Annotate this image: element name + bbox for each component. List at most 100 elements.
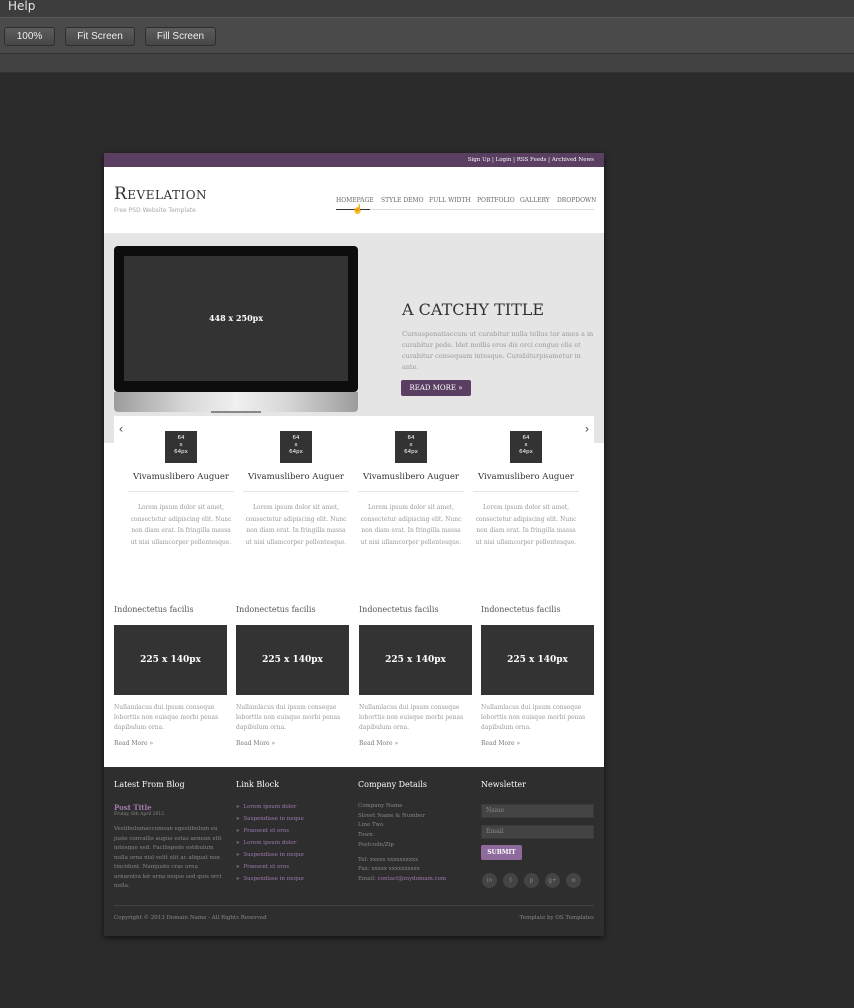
hero-text: Cursuspenatiaccum ut curabitur nulla tel… bbox=[402, 330, 594, 371]
footer-link-label: Lorem ipsum dolor bbox=[243, 840, 297, 846]
carousel-thumb: 64 x 64px bbox=[510, 431, 542, 463]
carousel-thumb-label: 64 x 64px bbox=[404, 435, 418, 455]
carousel-item-divider bbox=[473, 491, 579, 492]
feature-heading: Indonectetus facilis bbox=[114, 605, 194, 614]
feature-read-more-link[interactable]: Read More » bbox=[481, 740, 520, 747]
fit-screen-button[interactable]: Fit Screen bbox=[65, 27, 135, 46]
pinterest-icon[interactable]: p bbox=[524, 873, 539, 888]
website-preview: Sign Up | Login | RSS Feeds | Archived N… bbox=[104, 153, 604, 936]
carousel-item-text: Lorem ipsum dolor sit amet, consectetur … bbox=[475, 504, 577, 546]
newsletter-name-field[interactable]: Name bbox=[481, 804, 594, 818]
carousel-thumb: 64 x 64px bbox=[395, 431, 427, 463]
options-bar bbox=[0, 54, 854, 73]
carousel-item-text: Lorem ipsum dolor sit amet, consectetur … bbox=[245, 504, 347, 546]
footer-link-label: Lorem ipsum dolor bbox=[243, 804, 297, 810]
carousel-thumb-label: 64 x 64px bbox=[519, 435, 533, 455]
carousel-item-divider bbox=[128, 491, 234, 492]
twitter-icon[interactable]: t bbox=[503, 873, 518, 888]
carousel-item-text: Lorem ipsum dolor sit amet, consectetur … bbox=[130, 504, 232, 546]
company-town: Town bbox=[358, 832, 373, 838]
footer-link[interactable]: » Suspendisse in neque bbox=[236, 816, 304, 822]
carousel-item-title[interactable]: Vivamuslibero Auguer bbox=[128, 472, 234, 482]
company-postcode: Postcode/Zip bbox=[358, 842, 394, 848]
feature-heading: Indonectetus facilis bbox=[481, 605, 561, 614]
email-link[interactable]: contact@mydomain.com bbox=[378, 876, 447, 882]
newsletter-email-field[interactable]: Email bbox=[481, 825, 594, 839]
post-excerpt: Vestibulumaccumsan egestibulum eu justo … bbox=[114, 826, 222, 889]
post-title-link[interactable]: Post Title bbox=[114, 803, 152, 812]
blog-heading: Latest From Blog bbox=[114, 780, 185, 789]
carousel-item-title[interactable]: Vivamuslibero Auguer bbox=[358, 472, 464, 482]
nav-portfolio[interactable]: PORTFOLIO bbox=[477, 197, 515, 204]
feature-image-placeholder[interactable]: 225 x 140px bbox=[236, 625, 349, 695]
feature-text: Nullamlacus dui ipsum conseque loborttis… bbox=[236, 704, 341, 731]
company-street: Street Name & Number bbox=[358, 813, 426, 819]
fill-screen-button[interactable]: Fill Screen bbox=[145, 27, 216, 46]
carousel-next-icon[interactable]: › bbox=[580, 416, 594, 443]
carousel-prev-icon[interactable]: ‹ bbox=[114, 416, 128, 443]
hero-title: A CATCHY TITLE bbox=[402, 300, 545, 319]
site-footer: Latest From Blog Post Title Friday, 6th … bbox=[104, 767, 604, 936]
hero-read-more-button[interactable]: READ MORE » bbox=[401, 380, 471, 396]
footer-link[interactable]: » Suspendisse in neque bbox=[236, 852, 304, 858]
company-fax: Fax: xxxxx xxxxxxxxxx bbox=[358, 866, 420, 872]
nav-gallery[interactable]: GALLERY bbox=[520, 197, 550, 204]
newsletter-heading: Newsletter bbox=[481, 780, 526, 789]
carousel-item-text: Lorem ipsum dolor sit amet, consectetur … bbox=[360, 504, 462, 546]
footer-link-label: Suspendisse in neque bbox=[243, 816, 304, 822]
company-line-two: Line Two bbox=[358, 822, 384, 828]
feature-heading: Indonectetus facilis bbox=[359, 605, 439, 614]
newsletter-submit-button[interactable]: SUBMIT bbox=[481, 845, 522, 860]
carousel-item-divider bbox=[358, 491, 464, 492]
nav-divider bbox=[336, 209, 594, 210]
template-credit-link[interactable]: Template by OS Templates bbox=[520, 915, 594, 921]
footer-link[interactable]: » Suspendisse in neque bbox=[236, 876, 304, 882]
top-links-bar[interactable]: Sign Up | Login | RSS Feeds | Archived N… bbox=[104, 153, 604, 167]
footer-link[interactable]: » Lorem ipsum dolor bbox=[236, 804, 296, 810]
carousel-thumb-label: 64 x 64px bbox=[174, 435, 188, 455]
copyright-text: Copyright © 2013 Domain Name - All Right… bbox=[114, 915, 267, 921]
carousel-thumb-label: 64 x 64px bbox=[289, 435, 303, 455]
menu-bar: Help bbox=[0, 0, 854, 17]
feature-image-placeholder[interactable]: 225 x 140px bbox=[359, 625, 472, 695]
feature-text: Nullamlacus dui ipsum conseque loborttis… bbox=[359, 704, 464, 731]
carousel-item-title[interactable]: Vivamuslibero Auguer bbox=[243, 472, 349, 482]
feature-text: Nullamlacus dui ipsum conseque loborttis… bbox=[481, 704, 586, 731]
company-name: Company Name bbox=[358, 803, 403, 809]
carousel-item-title[interactable]: Vivamuslibero Auguer bbox=[473, 472, 579, 482]
footer-link-label: Praesent et eros bbox=[243, 828, 290, 834]
feature-image-placeholder[interactable]: 225 x 140px bbox=[481, 625, 594, 695]
post-date: Friday, 6th April 2012 bbox=[114, 812, 165, 817]
nav-full-width[interactable]: FULL WIDTH bbox=[429, 197, 471, 204]
rss-icon[interactable]: ≋ bbox=[566, 873, 581, 888]
feature-image-placeholder[interactable]: 225 x 140px bbox=[114, 625, 227, 695]
menu-help[interactable]: Help bbox=[8, 0, 35, 13]
footer-link-label: Praesent et eros bbox=[243, 864, 290, 870]
monitor-frame: 448 x 250px bbox=[114, 246, 358, 392]
site-tagline: Free PSD Website Template bbox=[114, 207, 196, 214]
zoom-100-button[interactable]: 100% bbox=[4, 27, 55, 46]
site-logo[interactable]: Revelation bbox=[114, 184, 207, 204]
feature-read-more-link[interactable]: Read More » bbox=[236, 740, 275, 747]
feature-read-more-link[interactable]: Read More » bbox=[359, 740, 398, 747]
footer-link[interactable]: » Lorem ipsum dolor bbox=[236, 840, 296, 846]
feature-read-more-link[interactable]: Read More » bbox=[114, 740, 153, 747]
toolbar: 100% Fit Screen Fill Screen bbox=[0, 17, 854, 54]
googleplus-icon[interactable]: g+ bbox=[545, 873, 560, 888]
footer-link-label: Suspendisse in neque bbox=[243, 852, 304, 858]
footer-link[interactable]: » Praesent et eros bbox=[236, 864, 289, 870]
feature-text: Nullamlacus dui ipsum conseque loborttis… bbox=[114, 704, 219, 731]
company-tel: Tel: xxxxx xxxxxxxxxx bbox=[358, 857, 419, 863]
linkedin-icon[interactable]: in bbox=[482, 873, 497, 888]
nav-style-demo[interactable]: STYLE DEMO bbox=[381, 197, 424, 204]
company-heading: Company Details bbox=[358, 780, 427, 789]
footer-link[interactable]: » Praesent et eros bbox=[236, 828, 289, 834]
email-label: Email: bbox=[358, 876, 378, 882]
carousel-thumb: 64 x 64px bbox=[165, 431, 197, 463]
hand-cursor-icon: ☝ bbox=[352, 205, 364, 215]
nav-dropdown[interactable]: DROPDOWN bbox=[557, 197, 596, 204]
monitor-foot bbox=[211, 411, 261, 413]
nav-homepage[interactable]: HOMEPAGE bbox=[336, 197, 374, 204]
links-heading: Link Block bbox=[236, 780, 279, 789]
company-email: Email: contact@mydomain.com bbox=[358, 876, 446, 882]
